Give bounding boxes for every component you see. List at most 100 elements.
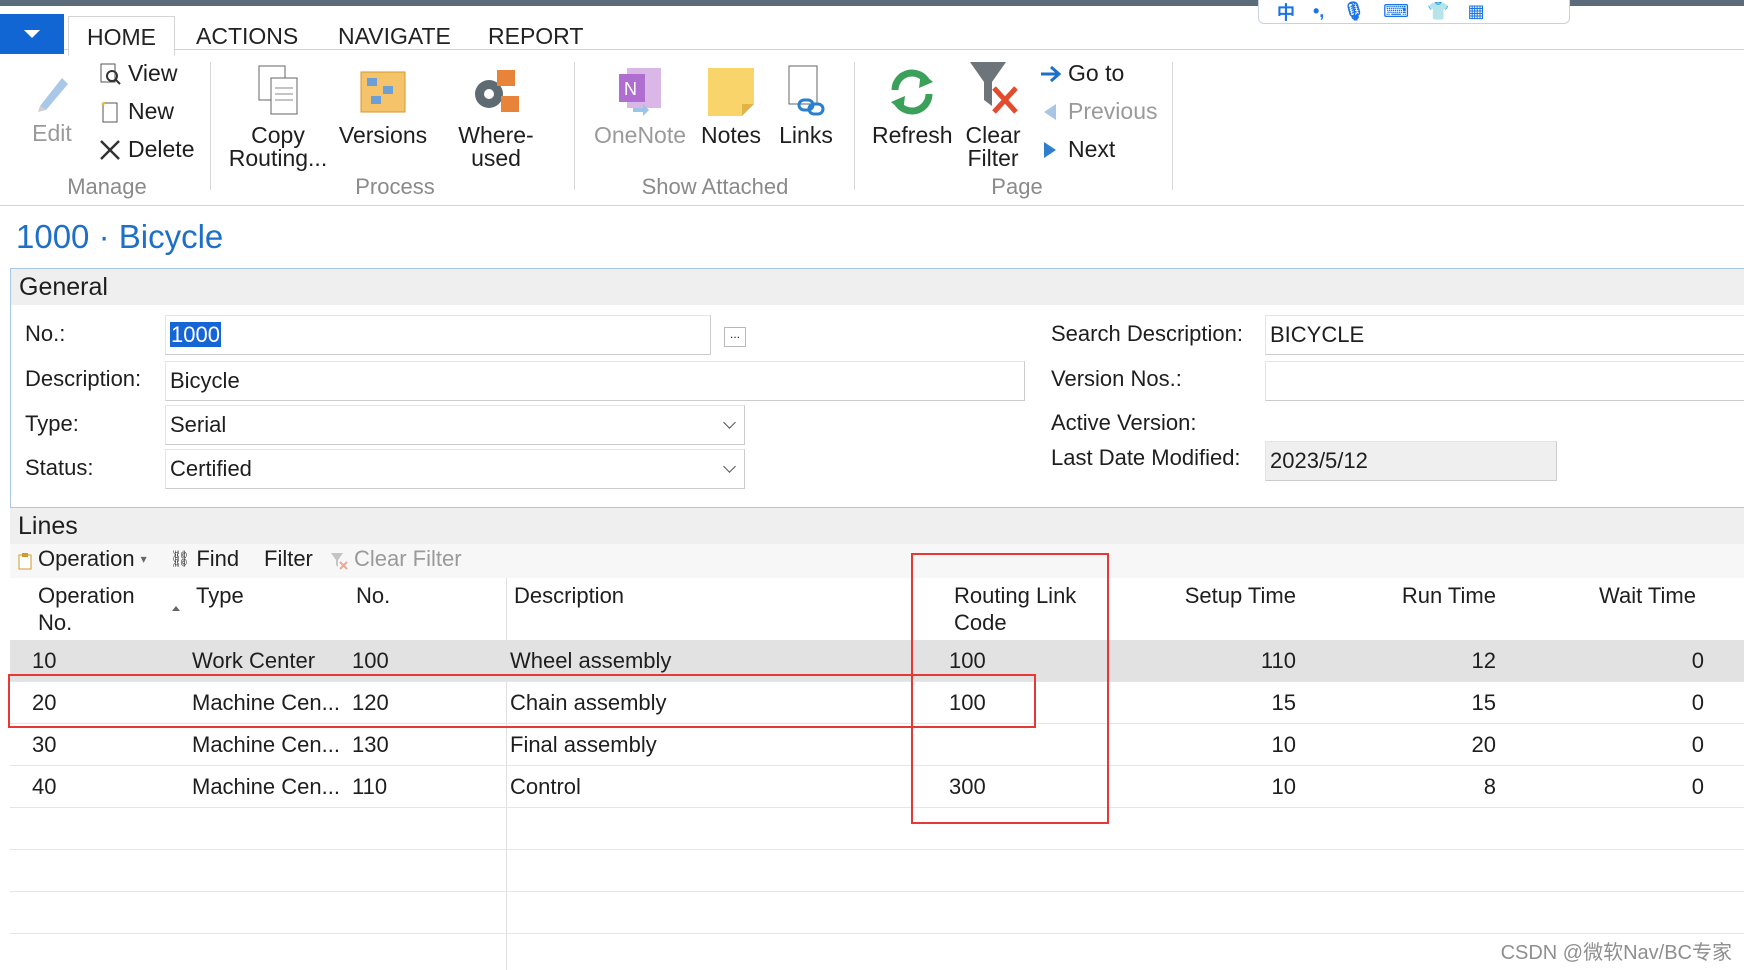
last-date-modified-field: 2023/5/12 xyxy=(1265,441,1557,481)
dropdown-arrow-icon xyxy=(24,30,40,38)
last-date-modified-label: Last Date Modified: xyxy=(1051,445,1241,470)
versions-label: Versions xyxy=(338,122,428,148)
no-lookup-button[interactable]: ... xyxy=(724,327,746,347)
lines-header[interactable]: Lines xyxy=(10,508,1744,544)
col-wait-time[interactable]: Wait Time xyxy=(1510,582,1696,609)
clear-filter-button[interactable]: Clear Filter xyxy=(960,60,1026,170)
active-version-label: Active Version: xyxy=(1051,410,1197,435)
link-chain-icon xyxy=(783,64,829,118)
app-menu-button[interactable] xyxy=(0,14,64,54)
onenote-button[interactable]: N OneNote xyxy=(592,64,688,147)
edit-label: Edit xyxy=(32,120,72,146)
group-label-process: Process xyxy=(355,174,435,199)
links-label: Links xyxy=(779,122,833,148)
copy-routing-label-1: Copy xyxy=(251,122,305,148)
filter-button[interactable]: Filter xyxy=(264,546,313,572)
table-row[interactable]: 30 Machine Cen... 130 Final assembly 10 … xyxy=(10,724,1744,766)
table-row-empty[interactable] xyxy=(10,808,1744,850)
binoculars-icon: ⛓ xyxy=(170,551,191,568)
clear-filter-lines-button[interactable]: Clear Filter xyxy=(330,546,462,572)
cell-wait-time: 0 xyxy=(1691,648,1704,673)
highlight-row-20 xyxy=(8,674,1036,728)
find-button[interactable]: ⛓ Find xyxy=(170,546,239,572)
description-field[interactable]: Bicycle xyxy=(165,361,1025,401)
cell-type: Machine Cen... xyxy=(192,774,340,799)
delete-button[interactable]: Delete xyxy=(98,136,194,163)
general-header[interactable]: General xyxy=(11,269,1744,305)
onenote-label: OneNote xyxy=(593,122,687,148)
delete-label: Delete xyxy=(128,136,195,162)
type-dropdown[interactable]: Serial xyxy=(165,405,745,445)
col-description[interactable]: Description xyxy=(514,582,624,609)
where-used-button[interactable]: Where-used xyxy=(434,64,558,170)
no-label: No.: xyxy=(25,321,66,346)
edit-button[interactable]: Edit xyxy=(24,64,80,145)
sticky-note-icon xyxy=(706,64,756,118)
where-used-icon xyxy=(469,64,523,118)
cell-setup-time: 15 xyxy=(1271,690,1296,715)
refresh-icon xyxy=(885,64,939,118)
new-label: New xyxy=(128,98,175,124)
col-setup-time[interactable]: Setup Time xyxy=(1110,582,1296,609)
col-run-time[interactable]: Run Time xyxy=(1310,582,1496,609)
copy-documents-icon xyxy=(253,64,303,118)
cell-setup-time: 10 xyxy=(1271,774,1296,799)
previous-button[interactable]: Previous xyxy=(1038,98,1157,125)
cell-wait-time: 0 xyxy=(1691,732,1704,757)
clear-filter-label-2: Filter xyxy=(967,145,1019,171)
cell-no: 130 xyxy=(352,732,389,757)
group-separator xyxy=(574,62,575,190)
clear-filter-icon xyxy=(966,60,1020,118)
view-icon xyxy=(98,62,122,86)
group-label-show-attached: Show Attached xyxy=(641,174,789,199)
go-to-button[interactable]: Go to xyxy=(1038,60,1124,87)
col-operation-no-line1: Operation xyxy=(38,583,135,608)
cell-run-time: 15 xyxy=(1471,690,1496,715)
col-no[interactable]: No. xyxy=(356,582,390,609)
copy-routing-button[interactable]: Copy Routing... xyxy=(228,64,328,170)
group-separator xyxy=(210,62,211,190)
new-button[interactable]: New xyxy=(98,98,174,125)
table-row[interactable]: 40 Machine Cen... 110 Control 300 10 8 0 xyxy=(10,766,1744,808)
search-description-label: Search Description: xyxy=(1051,321,1243,346)
type-label: Type: xyxy=(25,411,79,436)
clear-filter-icon xyxy=(330,550,348,570)
description-label: Description: xyxy=(25,366,142,391)
status-value: Certified xyxy=(170,456,252,481)
cell-setup-time: 10 xyxy=(1271,732,1296,757)
arrow-right-icon xyxy=(1038,62,1062,86)
cell-run-time: 12 xyxy=(1471,648,1496,673)
links-button[interactable]: Links xyxy=(776,64,836,147)
go-to-label: Go to xyxy=(1068,60,1125,86)
chevron-down-icon xyxy=(723,416,736,429)
notes-button[interactable]: Notes xyxy=(696,64,766,147)
table-row-empty[interactable] xyxy=(10,850,1744,892)
group-label-manage: Manage xyxy=(67,174,147,199)
type-value: Serial xyxy=(170,412,227,437)
cell-wait-time: 0 xyxy=(1691,774,1704,799)
col-operation-no[interactable]: Operation No. xyxy=(38,582,135,636)
cell-no: 110 xyxy=(352,774,388,799)
operation-menu-button[interactable]: Operation ▾ xyxy=(18,546,147,572)
version-nos-field[interactable] xyxy=(1265,361,1744,401)
search-description-field[interactable]: BICYCLE xyxy=(1265,315,1744,355)
no-field[interactable]: 1000 xyxy=(165,315,711,355)
refresh-button[interactable]: Refresh xyxy=(872,64,953,147)
cell-run-time: 20 xyxy=(1471,732,1496,757)
table-row-empty[interactable] xyxy=(10,892,1744,934)
previous-label: Previous xyxy=(1068,98,1158,124)
general-fasttab: General No.: 1000 ... Description: Bicyc… xyxy=(10,268,1744,508)
cell-description: Final assembly xyxy=(510,732,657,757)
col-type[interactable]: Type xyxy=(196,582,244,609)
view-button[interactable]: View xyxy=(98,60,177,87)
cell-type: Machine Cen... xyxy=(192,732,340,757)
group-label-page: Page xyxy=(991,174,1043,199)
next-button[interactable]: Next xyxy=(1038,136,1115,163)
svg-text:N: N xyxy=(624,79,637,99)
versions-button[interactable]: Versions xyxy=(338,64,428,147)
cell-setup-time: 110 xyxy=(1260,648,1296,673)
where-used-label: Where-used xyxy=(458,122,534,171)
onenote-icon: N xyxy=(615,64,665,118)
copy-routing-label-2: Routing... xyxy=(228,145,328,171)
status-dropdown[interactable]: Certified xyxy=(165,449,745,489)
